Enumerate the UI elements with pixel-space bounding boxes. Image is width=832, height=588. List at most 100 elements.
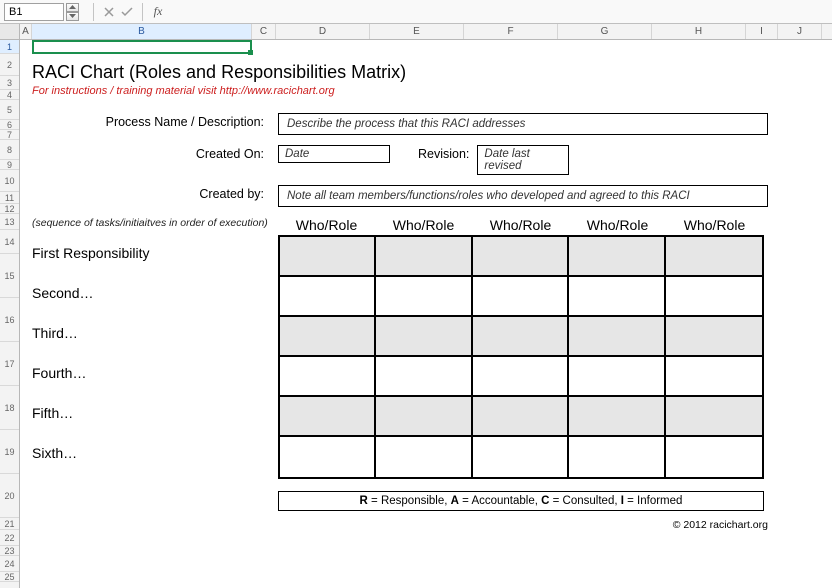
col-header[interactable]: H	[652, 24, 746, 39]
legend-a: A	[451, 495, 459, 507]
raci-cell[interactable]	[473, 437, 569, 477]
col-header[interactable]: B	[32, 24, 252, 39]
role-header: Who/Role	[666, 217, 763, 233]
row-header[interactable]: 14	[0, 230, 19, 254]
task-label: Second…	[32, 275, 272, 301]
instructions-link[interactable]: For instructions / training material vis…	[32, 85, 792, 97]
raci-cell[interactable]	[666, 357, 762, 397]
row-header[interactable]: 9	[0, 160, 19, 170]
raci-cell[interactable]	[473, 237, 569, 277]
row-header[interactable]: 5	[0, 100, 19, 120]
raci-cell[interactable]	[280, 317, 376, 357]
raci-cell[interactable]	[376, 317, 472, 357]
row-header[interactable]: 18	[0, 386, 19, 430]
row-header[interactable]: 16	[0, 298, 19, 342]
row-header[interactable]: 4	[0, 90, 19, 100]
raci-cell[interactable]	[280, 237, 376, 277]
col-header[interactable]: E	[370, 24, 464, 39]
accept-icon[interactable]	[118, 3, 136, 21]
raci-cell[interactable]	[569, 437, 665, 477]
legend-r: R	[360, 495, 368, 507]
row-header[interactable]: 20	[0, 474, 19, 518]
raci-cell[interactable]	[666, 317, 762, 357]
raci-cell[interactable]	[569, 317, 665, 357]
task-label: First Responsibility	[32, 235, 272, 261]
stepper-down-icon[interactable]	[66, 12, 79, 21]
raci-row	[280, 397, 762, 437]
name-box[interactable]: B1	[4, 3, 64, 21]
raci-cell[interactable]	[666, 437, 762, 477]
process-label: Process Name / Description:	[32, 113, 278, 129]
fx-icon[interactable]: fx	[149, 3, 167, 21]
page-title: RACI Chart (Roles and Responsibilities M…	[32, 62, 792, 83]
row-header[interactable]: 22	[0, 530, 19, 546]
raci-cell[interactable]	[473, 277, 569, 317]
col-header[interactable]: D	[276, 24, 370, 39]
row-header[interactable]: 2	[0, 54, 19, 76]
row-header[interactable]: 8	[0, 140, 19, 160]
row-header[interactable]: 11	[0, 192, 19, 204]
cell-selection	[32, 40, 252, 54]
col-header[interactable]: A	[20, 24, 32, 39]
col-header[interactable]: J	[778, 24, 822, 39]
raci-cell[interactable]	[666, 397, 762, 437]
raci-cell[interactable]	[376, 237, 472, 277]
col-header[interactable]: I	[746, 24, 778, 39]
row-header[interactable]: 19	[0, 430, 19, 474]
row-header[interactable]: 25	[0, 572, 19, 582]
raci-cell[interactable]	[280, 397, 376, 437]
raci-cell[interactable]	[376, 437, 472, 477]
raci-cell[interactable]	[473, 317, 569, 357]
raci-cell[interactable]	[666, 237, 762, 277]
sequence-note: (sequence of tasks/initiaitves in order …	[32, 217, 278, 229]
row-header[interactable]: 3	[0, 76, 19, 90]
raci-row	[280, 357, 762, 397]
row-header[interactable]: 24	[0, 556, 19, 572]
separator	[142, 3, 143, 21]
raci-cell[interactable]	[473, 397, 569, 437]
col-header[interactable]: G	[558, 24, 652, 39]
raci-cell[interactable]	[280, 437, 376, 477]
raci-cell[interactable]	[666, 277, 762, 317]
row-header[interactable]: 13	[0, 214, 19, 230]
worksheet-area[interactable]: RACI Chart (Roles and Responsibilities M…	[20, 40, 832, 588]
raci-cell[interactable]	[473, 357, 569, 397]
name-box-stepper[interactable]	[66, 3, 79, 21]
raci-cell[interactable]	[376, 357, 472, 397]
created-on-input[interactable]: Date	[278, 145, 390, 163]
raci-cell[interactable]	[569, 357, 665, 397]
stepper-up-icon[interactable]	[66, 3, 79, 12]
process-input[interactable]: Describe the process that this RACI addr…	[278, 113, 768, 135]
created-by-label: Created by:	[32, 185, 278, 201]
row-header[interactable]: 6	[0, 120, 19, 130]
raci-cell[interactable]	[376, 277, 472, 317]
revision-input[interactable]: Date last revised	[477, 145, 569, 175]
row-header[interactable]: 10	[0, 170, 19, 192]
raci-cell[interactable]	[569, 397, 665, 437]
formula-input[interactable]	[173, 3, 832, 21]
col-header[interactable]: C	[252, 24, 276, 39]
raci-cell[interactable]	[569, 277, 665, 317]
row-header[interactable]: 12	[0, 204, 19, 214]
row-header[interactable]: 17	[0, 342, 19, 386]
col-header[interactable]: F	[464, 24, 558, 39]
task-label: Fourth…	[32, 355, 272, 381]
row-header[interactable]: 1	[0, 40, 19, 54]
raci-cell[interactable]	[376, 397, 472, 437]
role-header: Who/Role	[278, 217, 375, 233]
select-all-corner[interactable]	[0, 24, 20, 39]
row-header[interactable]: 7	[0, 130, 19, 140]
task-label: Sixth…	[32, 435, 272, 461]
legend-box: R = Responsible, A = Accountable, C = Co…	[278, 491, 764, 511]
raci-cell[interactable]	[280, 357, 376, 397]
cancel-icon[interactable]	[100, 3, 118, 21]
row-header[interactable]: 23	[0, 546, 19, 556]
role-header: Who/Role	[375, 217, 472, 233]
separator	[93, 3, 94, 21]
role-header: Who/Role	[472, 217, 569, 233]
raci-cell[interactable]	[280, 277, 376, 317]
raci-cell[interactable]	[569, 237, 665, 277]
row-header[interactable]: 15	[0, 254, 19, 298]
created-by-input[interactable]: Note all team members/functions/roles wh…	[278, 185, 768, 207]
row-header[interactable]: 21	[0, 518, 19, 530]
